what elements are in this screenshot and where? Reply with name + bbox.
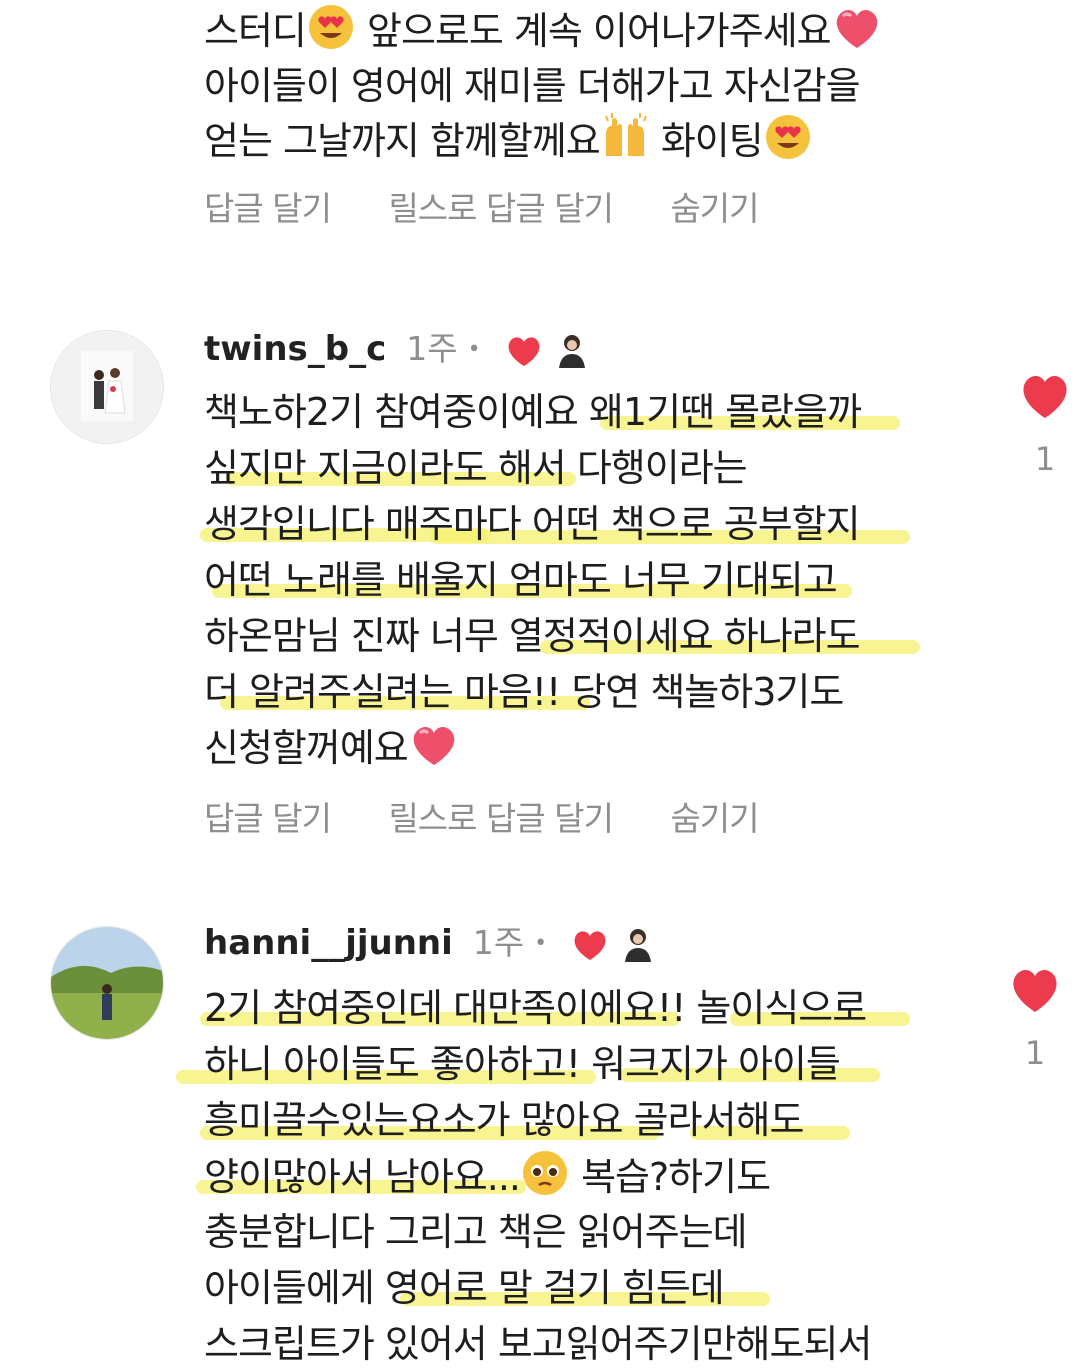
timestamp: 1주 [406,329,458,368]
avatar[interactable] [50,926,164,1040]
like-count: 1 [1024,1034,1046,1072]
creator-liked-heart-icon [571,928,609,966]
comment-text-line: 생각입니다 매주마다 어떤 책으로 공부할지 [204,502,861,546]
raised-hands-icon [600,112,650,177]
creator-liked-heart-icon [505,334,543,372]
comment-text-line: 책노하2기 참여중이예요 왜1기땐 몰랐을까 [204,390,862,434]
separator-dot: • [534,931,548,956]
comment-actions: 답글 달기 릴스로 답글 달기 숨기기 [204,182,807,230]
comment-text-line: 싶지만 지금이라도 해서 다행이라는 [204,446,748,490]
username[interactable]: twins_b_c [204,329,386,369]
heart-eyes-icon [763,112,813,177]
hide-replies-button[interactable]: 숨기기 [670,182,759,230]
comment-text-line: 하니 아이들도 좋아하고! 워크지가 아이들 [204,1042,841,1086]
comment-text: 신청할꺼예요 [204,726,409,770]
creator-avatar-icon [621,924,655,968]
comment-actions: 답글 달기 릴스로 답글 달기 숨기기 [204,792,807,840]
username[interactable]: hanni__jjunni [204,923,453,963]
comment-text: 스터디 [204,9,307,53]
reply-button[interactable]: 답글 달기 [204,182,332,230]
comment-text-line: 아이들에게 영어로 말 걸기 힘든데 [204,1266,725,1310]
comment-text-line: 충분합니다 그리고 책은 읽어주는데 [204,1210,748,1254]
comment-text-line: 얻는 그날까지 함께할께요 화이팅 [204,112,813,177]
comment-text: 화이팅 [660,119,764,163]
comment-meta: twins_b_c 1주 • [204,322,589,374]
reply-button[interactable]: 답글 달기 [204,792,332,840]
hide-replies-button[interactable]: 숨기기 [670,792,759,840]
like-count: 1 [1034,440,1056,478]
comment-text: 얻는 그날까지 함께할께요 [204,119,601,163]
comment-text: 양이많아서 남아요... [204,1155,521,1199]
timestamp: 1주 [472,923,525,962]
comment-text-line: 하온맘님 진짜 너무 열정적이세요 하나라도 [204,614,861,658]
comment-text: 앞으로도 계속 이어나가주세요 [366,9,832,53]
creator-avatar-icon [555,330,589,374]
reply-with-reels-button[interactable]: 릴스로 답글 달기 [388,182,613,230]
comment-meta: hanni__jjunni 1주 • [204,916,655,968]
comment-text-line: 아이들이 영어에 재미를 더해가고 자신감을 [204,64,861,108]
comment-text-line: 신청할꺼예요 [204,720,460,784]
like-heart-icon[interactable] [1005,966,1065,1018]
avatar[interactable] [50,330,164,444]
red-heart-icon [408,721,460,784]
comment-text-line: 2기 참여중인데 대만족이에요!! 놀이식으로 [204,986,867,1030]
like-heart-icon[interactable] [1015,372,1075,424]
comment-text-line: 어떤 노래를 배울지 엄마도 너무 기대되고 [204,558,838,602]
comment-text-line: 흥미끌수있는요소가 많아요 골라서해도 [204,1098,804,1142]
comment-text: 복습?하기도 [581,1155,771,1199]
reply-with-reels-button[interactable]: 릴스로 답글 달기 [388,792,613,840]
separator-dot: • [467,337,481,362]
comment-text-line: 스크립트가 있어서 보고읽어주기만해도되서 [204,1322,872,1366]
comment-text-line: 더 알려주실려는 마음!! 당연 책놀하3기도 [204,670,844,714]
